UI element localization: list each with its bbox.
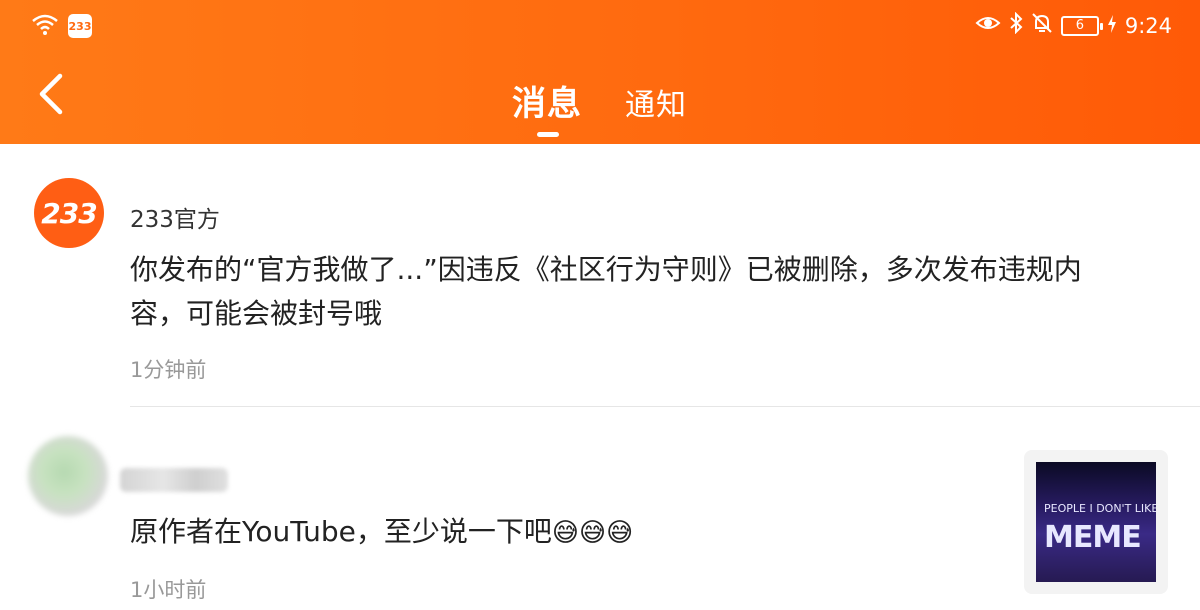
sender-name-blurred: [120, 468, 228, 492]
thumbnail-title: MEME: [1044, 520, 1142, 555]
avatar[interactable]: 233: [34, 178, 104, 248]
avatar[interactable]: [28, 436, 108, 516]
tab-notifications[interactable]: 通知: [625, 80, 687, 124]
battery-icon: 6: [1060, 15, 1103, 36]
thumbnail-caption: PEOPLE I DON'T LIKE: [1044, 502, 1156, 515]
status-time: 9:24: [1124, 13, 1172, 38]
charging-icon: [1107, 14, 1117, 38]
message-item[interactable]: 原作者在YouTube，至少说一下吧😅😅😅 1小时前 PEOPLE I DON'…: [0, 410, 1200, 610]
message-content: 原作者在YouTube，至少说一下吧😅😅😅: [130, 510, 1130, 555]
message-content: 你发布的“官方我做了...”因违反《社区行为守则》已被删除，多次发布违规内容，可…: [130, 253, 1082, 330]
active-tab-indicator: [537, 132, 559, 137]
message-time: 1分钟前: [130, 358, 207, 382]
message-time: 1小时前: [130, 578, 207, 602]
emoji: 😅: [551, 518, 579, 548]
tab-bar: 消息 通知: [0, 70, 1200, 142]
post-thumbnail[interactable]: PEOPLE I DON'T LIKE MEME: [1024, 450, 1168, 594]
bluetooth-icon: [1009, 11, 1023, 39]
sender-name: 233官方: [130, 207, 220, 233]
status-bar-left: 233: [30, 12, 92, 40]
message-item[interactable]: 233 233官方 你发布的“官方我做了...”因违反《社区行为守则》已被删除，…: [0, 144, 1200, 409]
tab-messages[interactable]: 消息: [512, 76, 582, 125]
message-text: 原作者在YouTube，至少说一下吧: [130, 515, 552, 548]
status-bar-right: 6 9:24: [975, 11, 1172, 39]
divider: [130, 406, 1200, 407]
emoji: 😅: [578, 518, 607, 548]
wifi-icon: [30, 12, 60, 40]
thumbnail-image: PEOPLE I DON'T LIKE MEME: [1036, 462, 1156, 582]
top-header: 233 6 9:24 消息 通知: [0, 0, 1200, 144]
app-notification-badge: 233: [68, 14, 92, 38]
eye-icon: [975, 13, 1001, 38]
emoji: 😅: [606, 518, 634, 548]
mute-bell-icon: [1031, 12, 1053, 39]
